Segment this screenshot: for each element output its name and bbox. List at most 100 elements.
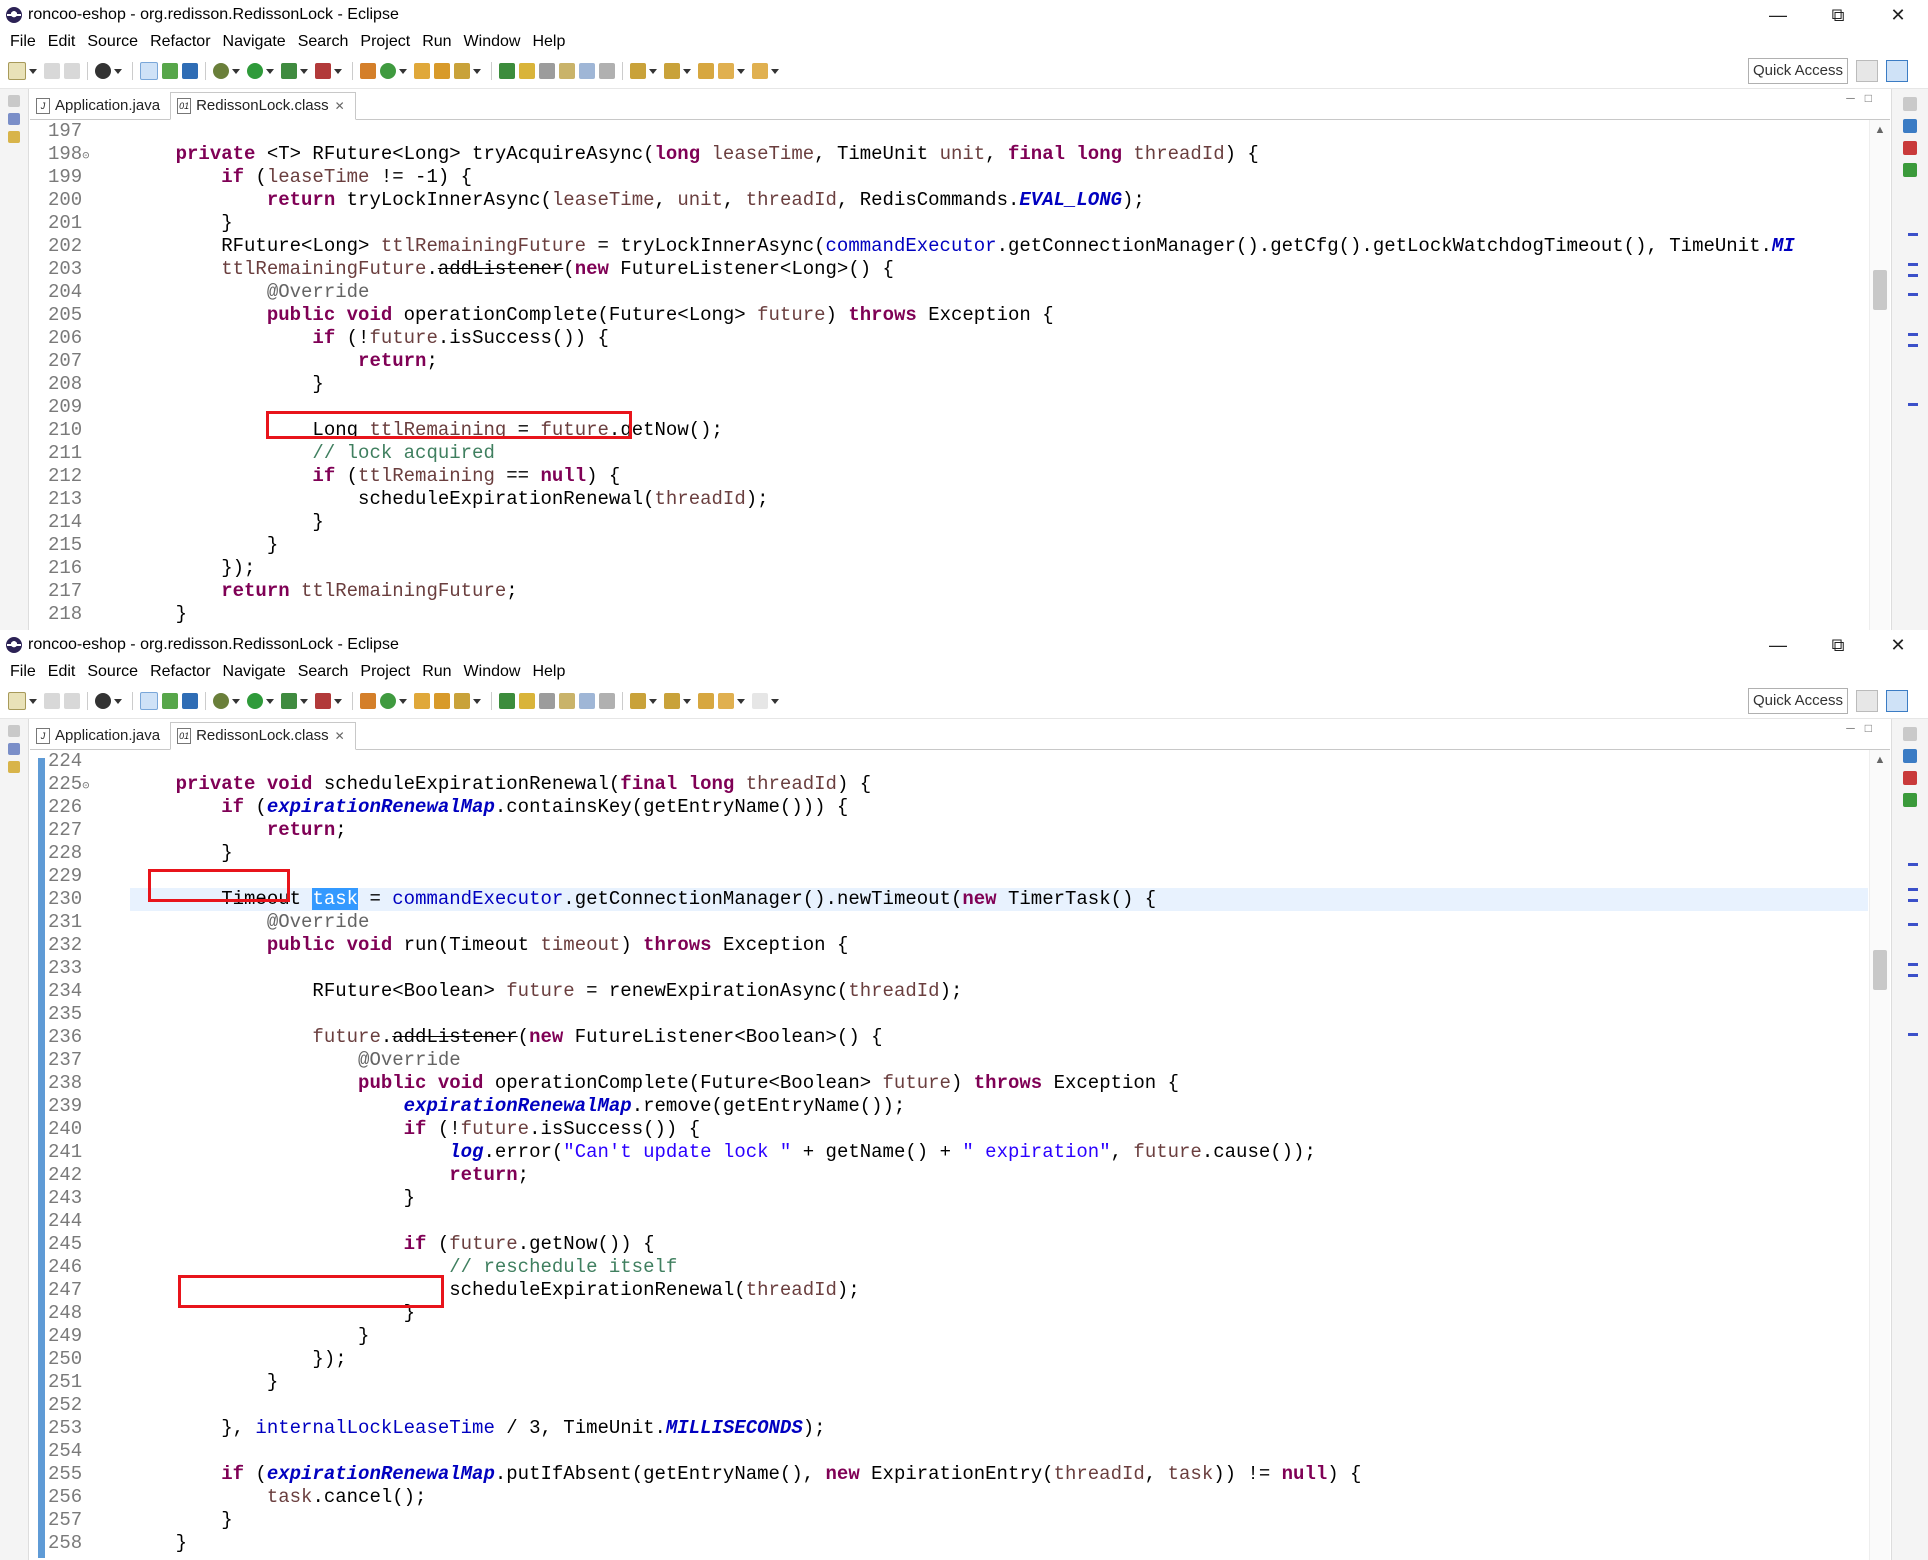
code-line[interactable]: public void operationComplete(Future<Lon… <box>130 304 1868 327</box>
outline-icon[interactable] <box>1903 749 1917 763</box>
show-whitespace-icon[interactable] <box>539 63 555 79</box>
new-icon[interactable] <box>8 692 26 710</box>
previous-annotation-icon[interactable] <box>664 693 680 709</box>
web-browser-icon[interactable] <box>162 693 178 709</box>
back-icon[interactable] <box>718 693 734 709</box>
coverage-icon[interactable] <box>281 693 297 709</box>
menu-source[interactable]: Source <box>83 663 146 681</box>
code-line[interactable]: if (expirationRenewalMap.containsKey(get… <box>130 796 1868 819</box>
menu-window[interactable]: Window <box>460 663 529 681</box>
open-folder-icon[interactable] <box>434 693 450 709</box>
show-whitespace-icon[interactable] <box>539 693 555 709</box>
run-icon[interactable] <box>247 693 263 709</box>
code-area[interactable]: 224 225⊝ 226 227 228 229 230 231 232 233 234 235 236… <box>30 750 1890 1560</box>
code-line[interactable]: } <box>130 1509 1868 1532</box>
bug-icon[interactable] <box>213 693 229 709</box>
tab-close-icon[interactable]: ✕ <box>335 93 345 119</box>
restore-view-icon[interactable] <box>1903 97 1917 111</box>
debug-icon[interactable] <box>95 693 111 709</box>
menu-navigate[interactable]: Navigate <box>219 663 294 681</box>
next-annotation-icon[interactable] <box>630 693 646 709</box>
menu-source[interactable]: Source <box>83 33 146 51</box>
code-line[interactable] <box>130 957 1868 980</box>
package-explorer-icon[interactable] <box>8 761 20 773</box>
dropdown-arrow-icon[interactable] <box>334 68 342 74</box>
coverage-icon[interactable] <box>281 63 297 79</box>
dropdown-arrow-icon[interactable] <box>266 68 274 74</box>
dropdown-arrow-icon[interactable] <box>649 698 657 704</box>
code-line[interactable]: } <box>130 212 1868 235</box>
dropdown-arrow-icon[interactable] <box>771 698 779 704</box>
menu-refactor[interactable]: Refactor <box>146 33 218 51</box>
dropdown-arrow-icon[interactable] <box>114 68 122 74</box>
debug-icon[interactable] <box>95 63 111 79</box>
tab-application-java[interactable]: J Application.java <box>30 723 170 749</box>
dropdown-arrow-icon[interactable] <box>473 698 481 704</box>
close-icon[interactable]: ✕ <box>1868 5 1928 26</box>
outline-icon[interactable] <box>1903 119 1917 133</box>
menu-help[interactable]: Help <box>528 663 573 681</box>
forward-icon[interactable] <box>752 693 768 709</box>
word-wrap-icon[interactable] <box>579 63 595 79</box>
code-line[interactable]: task.cancel(); <box>130 1486 1868 1509</box>
highlight-icon[interactable] <box>519 63 535 79</box>
minimize-maximize-icon[interactable]: ─□ <box>1846 721 1882 735</box>
code-line[interactable]: @Override <box>130 911 1868 934</box>
overview-marker[interactable] <box>1908 863 1918 866</box>
new-class-icon[interactable] <box>380 693 396 709</box>
dropdown-arrow-icon[interactable] <box>300 68 308 74</box>
java-ee-perspective-icon[interactable] <box>1886 60 1908 82</box>
code-line[interactable] <box>130 1003 1868 1026</box>
code-line[interactable]: scheduleExpirationRenewal(threadId); <box>130 488 1868 511</box>
dropdown-arrow-icon[interactable] <box>473 68 481 74</box>
pilcrow-icon[interactable] <box>599 693 615 709</box>
pilcrow-icon[interactable] <box>599 63 615 79</box>
source-text[interactable]: private void scheduleExpirationRenewal(f… <box>130 750 1868 1555</box>
code-line[interactable] <box>130 1210 1868 1233</box>
fold-marker-icon[interactable]: ⊝ <box>82 149 89 163</box>
word-wrap-icon[interactable] <box>579 693 595 709</box>
code-line[interactable]: expirationRenewalMap.remove(getEntryName… <box>130 1095 1868 1118</box>
new-package-icon[interactable] <box>360 63 376 79</box>
dropdown-arrow-icon[interactable] <box>114 698 122 704</box>
dropdown-arrow-icon[interactable] <box>737 698 745 704</box>
dropdown-arrow-icon[interactable] <box>29 698 37 704</box>
dropdown-arrow-icon[interactable] <box>737 68 745 74</box>
menu-search[interactable]: Search <box>294 33 357 51</box>
toggle-mark-icon[interactable] <box>499 693 515 709</box>
last-edit-icon[interactable] <box>698 63 714 79</box>
overview-marker[interactable] <box>1908 293 1918 296</box>
dropdown-arrow-icon[interactable] <box>399 68 407 74</box>
code-line[interactable]: RFuture<Boolean> future = renewExpiratio… <box>130 980 1868 1003</box>
bug-icon[interactable] <box>213 63 229 79</box>
code-line[interactable]: } <box>130 373 1868 396</box>
code-line[interactable]: return; <box>130 819 1868 842</box>
code-line[interactable]: } <box>130 511 1868 534</box>
problems-icon[interactable] <box>1903 141 1917 155</box>
run-icon[interactable] <box>247 63 263 79</box>
close-icon[interactable]: ✕ <box>1868 635 1928 656</box>
code-line[interactable]: log.error("Can't update lock " + getName… <box>130 1141 1868 1164</box>
code-line[interactable]: if (!future.isSuccess()) { <box>130 327 1868 350</box>
block-selection-icon[interactable] <box>559 63 575 79</box>
open-type-icon[interactable] <box>414 63 430 79</box>
previous-annotation-icon[interactable] <box>664 63 680 79</box>
menu-file[interactable]: File <box>6 663 44 681</box>
dropdown-arrow-icon[interactable] <box>300 698 308 704</box>
skip-breakpoints-icon[interactable] <box>140 692 158 710</box>
search-annotation-icon[interactable] <box>182 693 198 709</box>
quick-access-field[interactable]: Quick Access <box>1747 58 1848 84</box>
code-line[interactable]: } <box>130 1371 1868 1394</box>
code-area[interactable]: 197 198⊝ 199 200 201 202 203 204 205 206 207 208 209… <box>30 120 1890 630</box>
code-line[interactable]: public void operationComplete(Future<Boo… <box>130 1072 1868 1095</box>
new-package-icon[interactable] <box>360 693 376 709</box>
code-line[interactable]: }); <box>130 1348 1868 1371</box>
code-line[interactable]: } <box>130 1532 1868 1555</box>
last-edit-icon[interactable] <box>698 693 714 709</box>
restore-icon[interactable]: ⧉ <box>1808 635 1868 656</box>
menu-run[interactable]: Run <box>418 33 459 51</box>
fold-marker-icon[interactable]: ⊝ <box>82 779 89 793</box>
code-line[interactable] <box>130 865 1868 888</box>
overview-marker[interactable] <box>1908 1033 1918 1036</box>
new-icon[interactable] <box>8 62 26 80</box>
